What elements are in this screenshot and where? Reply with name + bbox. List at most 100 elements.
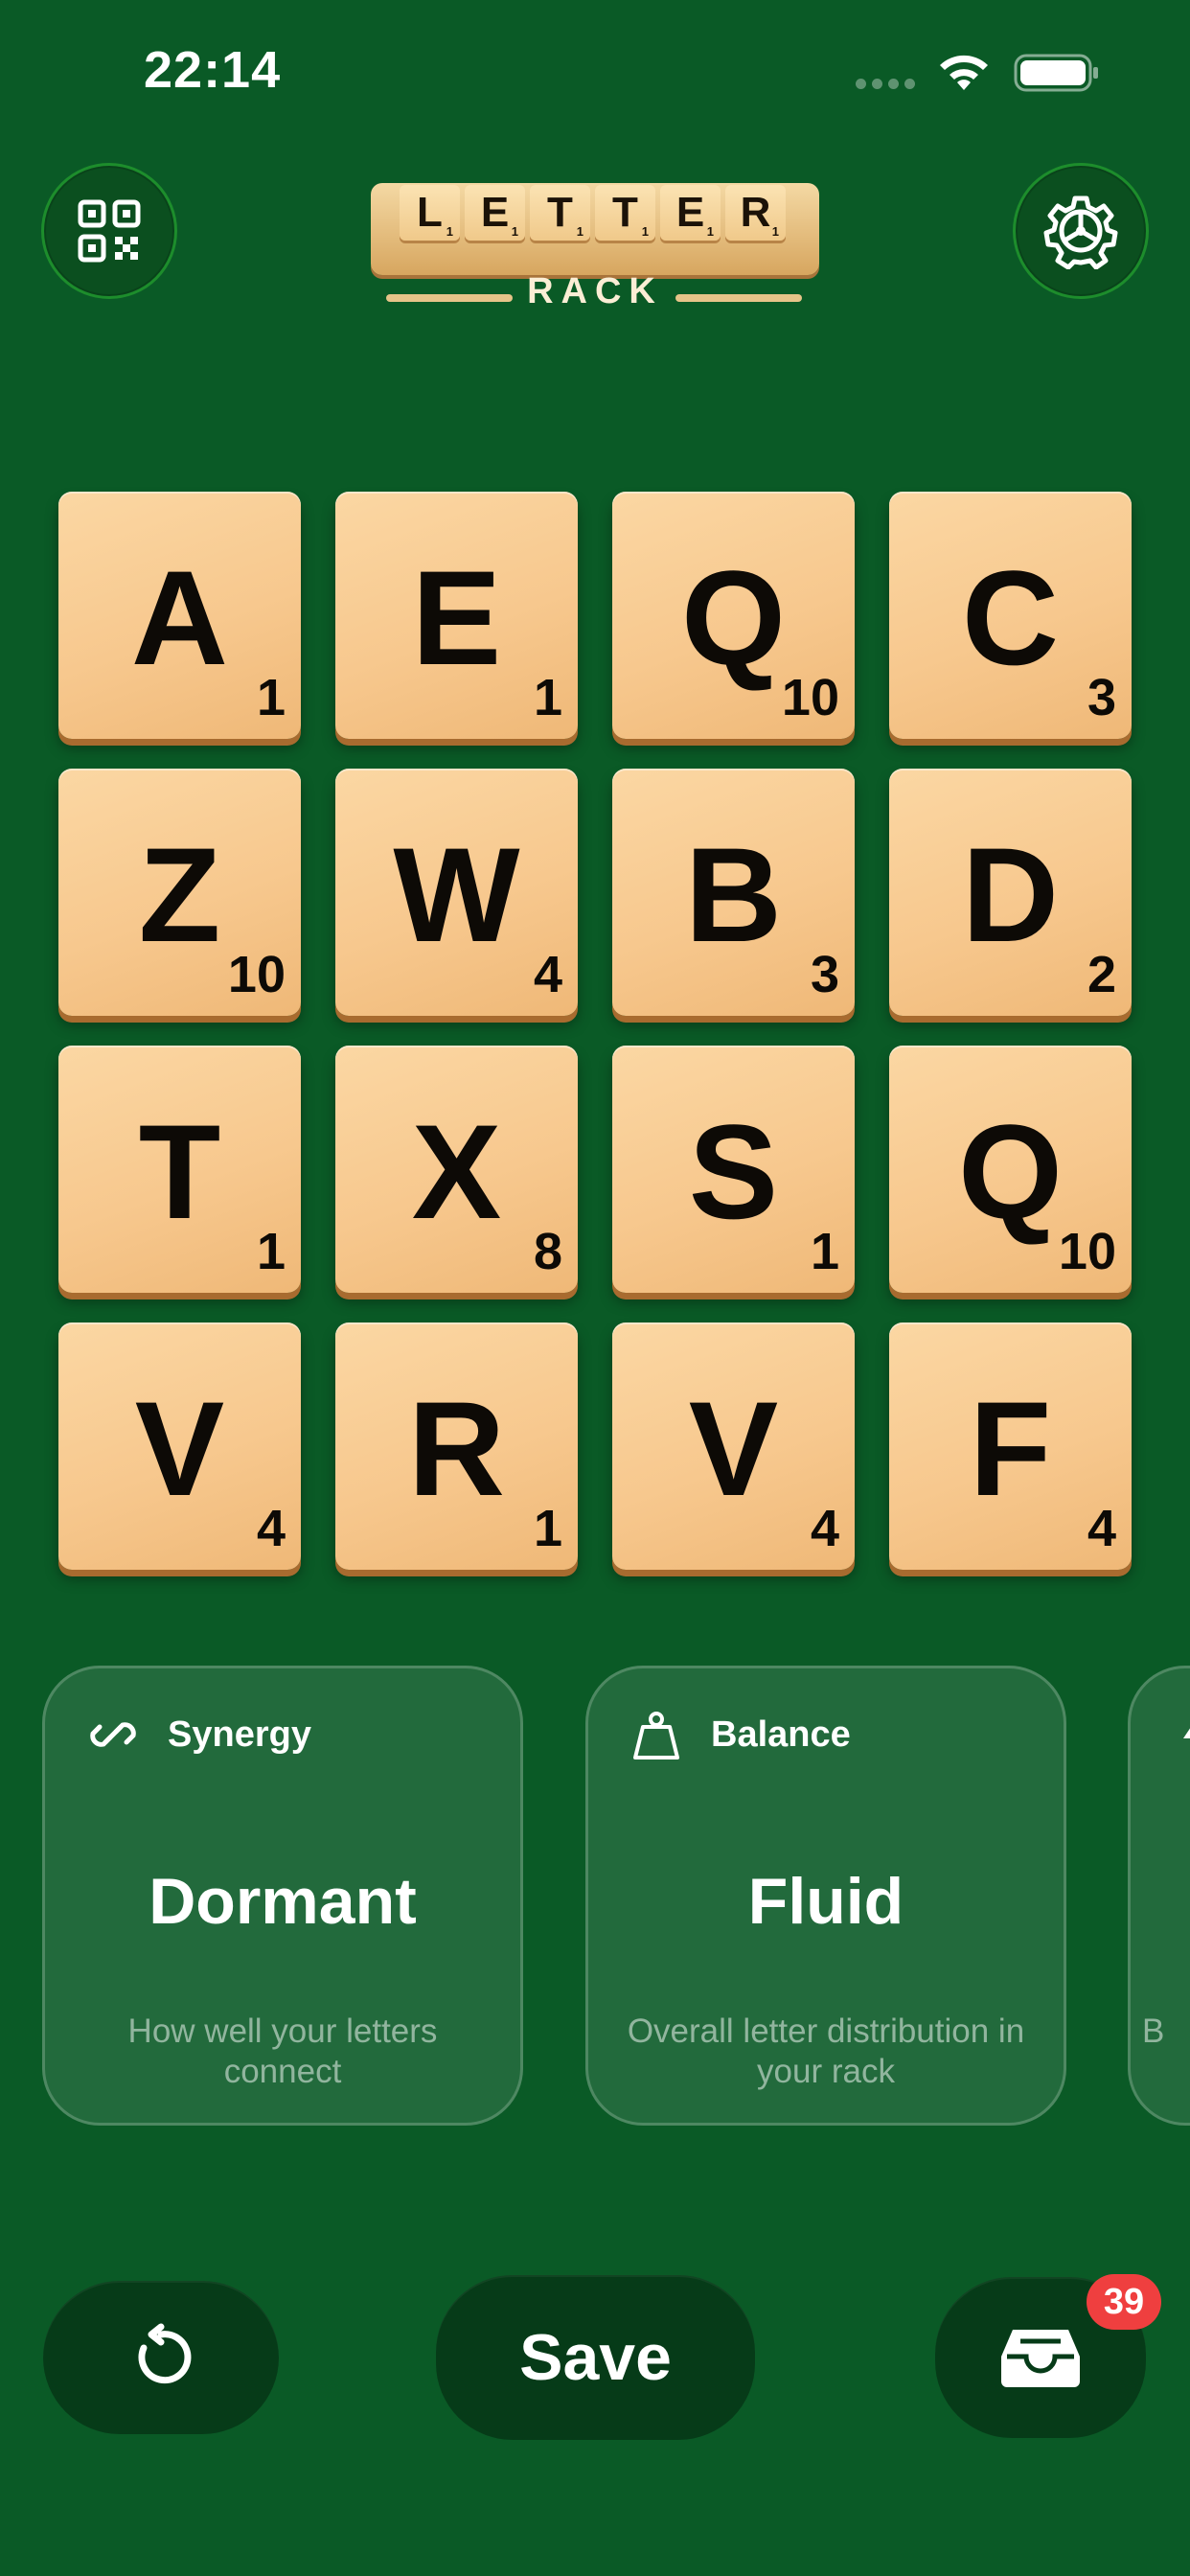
tile-letter: S <box>688 1096 779 1247</box>
logo-tile-letter: E <box>675 189 705 236</box>
letter-tile[interactable]: R1 <box>335 1322 578 1570</box>
card-title: Synergy <box>168 1714 311 1755</box>
card-description: Overall letter distribution in your rack <box>627 2012 1025 2090</box>
logo-tile-points: 1 <box>446 224 453 239</box>
tile-letter: E <box>411 542 502 693</box>
tile-points: 1 <box>533 669 562 726</box>
tile-letter: Q <box>958 1096 1063 1247</box>
letter-tile[interactable]: A1 <box>58 492 301 739</box>
logo-tile-points: 1 <box>641 224 649 239</box>
logo-tile: E1 <box>465 185 525 241</box>
stat-cards-carousel[interactable]: Synergy Dormant How well your letters co… <box>0 1666 1190 2128</box>
card-value: Dormant <box>149 1865 417 1938</box>
link-icon <box>83 1705 143 1764</box>
letter-tile[interactable]: Q 10 <box>612 492 855 739</box>
tile-points: 1 <box>256 669 286 726</box>
card-header: Synergy <box>83 1705 311 1764</box>
tile-points: 10 <box>781 669 839 726</box>
balance-card[interactable]: Balance Fluid Overall letter distributio… <box>585 1666 1066 2126</box>
cellular-dots-icon <box>856 79 915 89</box>
tile-letter: X <box>411 1096 502 1247</box>
qr-code-icon <box>78 199 141 263</box>
logo-tile-letter: T <box>612 189 638 236</box>
tile-points: 4 <box>810 1500 839 1557</box>
logo-tile-letter: R <box>740 189 771 236</box>
tile-points: 10 <box>227 946 286 1003</box>
letter-tile[interactable]: D2 <box>889 769 1132 1016</box>
logo-tile-points: 1 <box>706 224 714 239</box>
card-value: Fluid <box>747 1865 904 1938</box>
letter-tile[interactable]: Z 10 <box>58 769 301 1016</box>
card-description: How well your letters connect <box>127 2012 438 2090</box>
tile-points: 1 <box>533 1500 562 1557</box>
tile-points: 4 <box>256 1500 286 1557</box>
bolt-icon <box>1169 1705 1190 1764</box>
logo-tile: T1 <box>530 185 590 241</box>
logo-tile-points: 1 <box>511 224 518 239</box>
letter-rack-grid: A1 E1 Q 10 C3 Z 10 W4 B3 D2 T1 X8 S1 Q 10 V… <box>58 492 1132 1575</box>
tile-letter: Q <box>681 542 786 693</box>
letter-tile[interactable]: C3 <box>889 492 1132 739</box>
logo-tile: R1 <box>725 185 786 241</box>
logo-tiles: L1 E1 T1 T1 E1 R1 <box>400 185 786 241</box>
undo-button[interactable] <box>43 2281 279 2434</box>
wifi-icon <box>940 55 988 90</box>
tile-points: 3 <box>1087 669 1116 726</box>
tile-letter: V <box>134 1373 225 1524</box>
status-time: 22:14 <box>144 41 282 99</box>
tile-points: 3 <box>810 946 839 1003</box>
logo-tile-letter: L <box>417 189 443 236</box>
app-logo: L1 E1 T1 T1 E1 R1 RACK <box>367 175 823 319</box>
tile-points: 8 <box>533 1223 562 1280</box>
inbox-tray-icon <box>1001 2330 1080 2387</box>
letter-tile[interactable]: B3 <box>612 769 855 1016</box>
weight-icon <box>627 1705 686 1764</box>
logo-tile-points: 1 <box>576 224 584 239</box>
tile-points: 1 <box>810 1223 839 1280</box>
partial-card[interactable]: B <box>1128 1666 1190 2126</box>
letter-tile[interactable]: W4 <box>335 769 578 1016</box>
letter-tile[interactable]: X8 <box>335 1046 578 1293</box>
logo-tile: T1 <box>595 185 655 241</box>
save-button[interactable]: Save <box>436 2275 755 2440</box>
letter-tile[interactable]: S1 <box>612 1046 855 1293</box>
logo-tile-letter: T <box>547 189 573 236</box>
logo-word: RACK <box>527 271 663 311</box>
tile-letter: T <box>138 1096 221 1247</box>
undo-icon <box>138 2323 192 2384</box>
tile-letter: D <box>961 819 1060 970</box>
letter-tile[interactable]: Q 10 <box>889 1046 1132 1293</box>
logo-tile-letter: E <box>480 189 510 236</box>
tile-letter: B <box>684 819 783 970</box>
inbox-count-badge: 39 <box>1087 2274 1161 2330</box>
card-header <box>1169 1705 1190 1764</box>
logo-tile-points: 1 <box>771 224 779 239</box>
letter-tile[interactable]: F4 <box>889 1322 1132 1570</box>
letter-tile[interactable]: V4 <box>612 1322 855 1570</box>
synergy-card[interactable]: Synergy Dormant How well your letters co… <box>42 1666 523 2126</box>
tile-letter: C <box>961 542 1060 693</box>
card-description: B <box>1142 2012 1165 2050</box>
settings-button[interactable] <box>1013 163 1149 299</box>
letter-tile[interactable]: V4 <box>58 1322 301 1570</box>
tile-points: 10 <box>1058 1223 1116 1280</box>
tile-letter: Z <box>138 819 221 970</box>
tile-points: 4 <box>533 946 562 1003</box>
status-bar: 22:14 <box>0 0 1190 144</box>
tile-letter: V <box>688 1373 779 1524</box>
letter-tile[interactable]: T1 <box>58 1046 301 1293</box>
tile-letter: R <box>407 1373 506 1524</box>
tile-points: 2 <box>1087 946 1116 1003</box>
qr-code-button[interactable] <box>41 163 177 299</box>
tile-points: 1 <box>256 1223 286 1280</box>
card-title: Balance <box>711 1714 851 1755</box>
letter-tile[interactable]: E1 <box>335 492 578 739</box>
card-header: Balance <box>627 1705 851 1764</box>
tile-letter: F <box>969 1373 1052 1524</box>
battery-icon <box>1014 54 1098 92</box>
tile-points: 4 <box>1087 1500 1116 1557</box>
tile-letter: A <box>130 542 229 693</box>
tile-letter: W <box>393 819 520 970</box>
logo-tile: E1 <box>660 185 721 241</box>
logo-tile: L1 <box>400 185 460 241</box>
